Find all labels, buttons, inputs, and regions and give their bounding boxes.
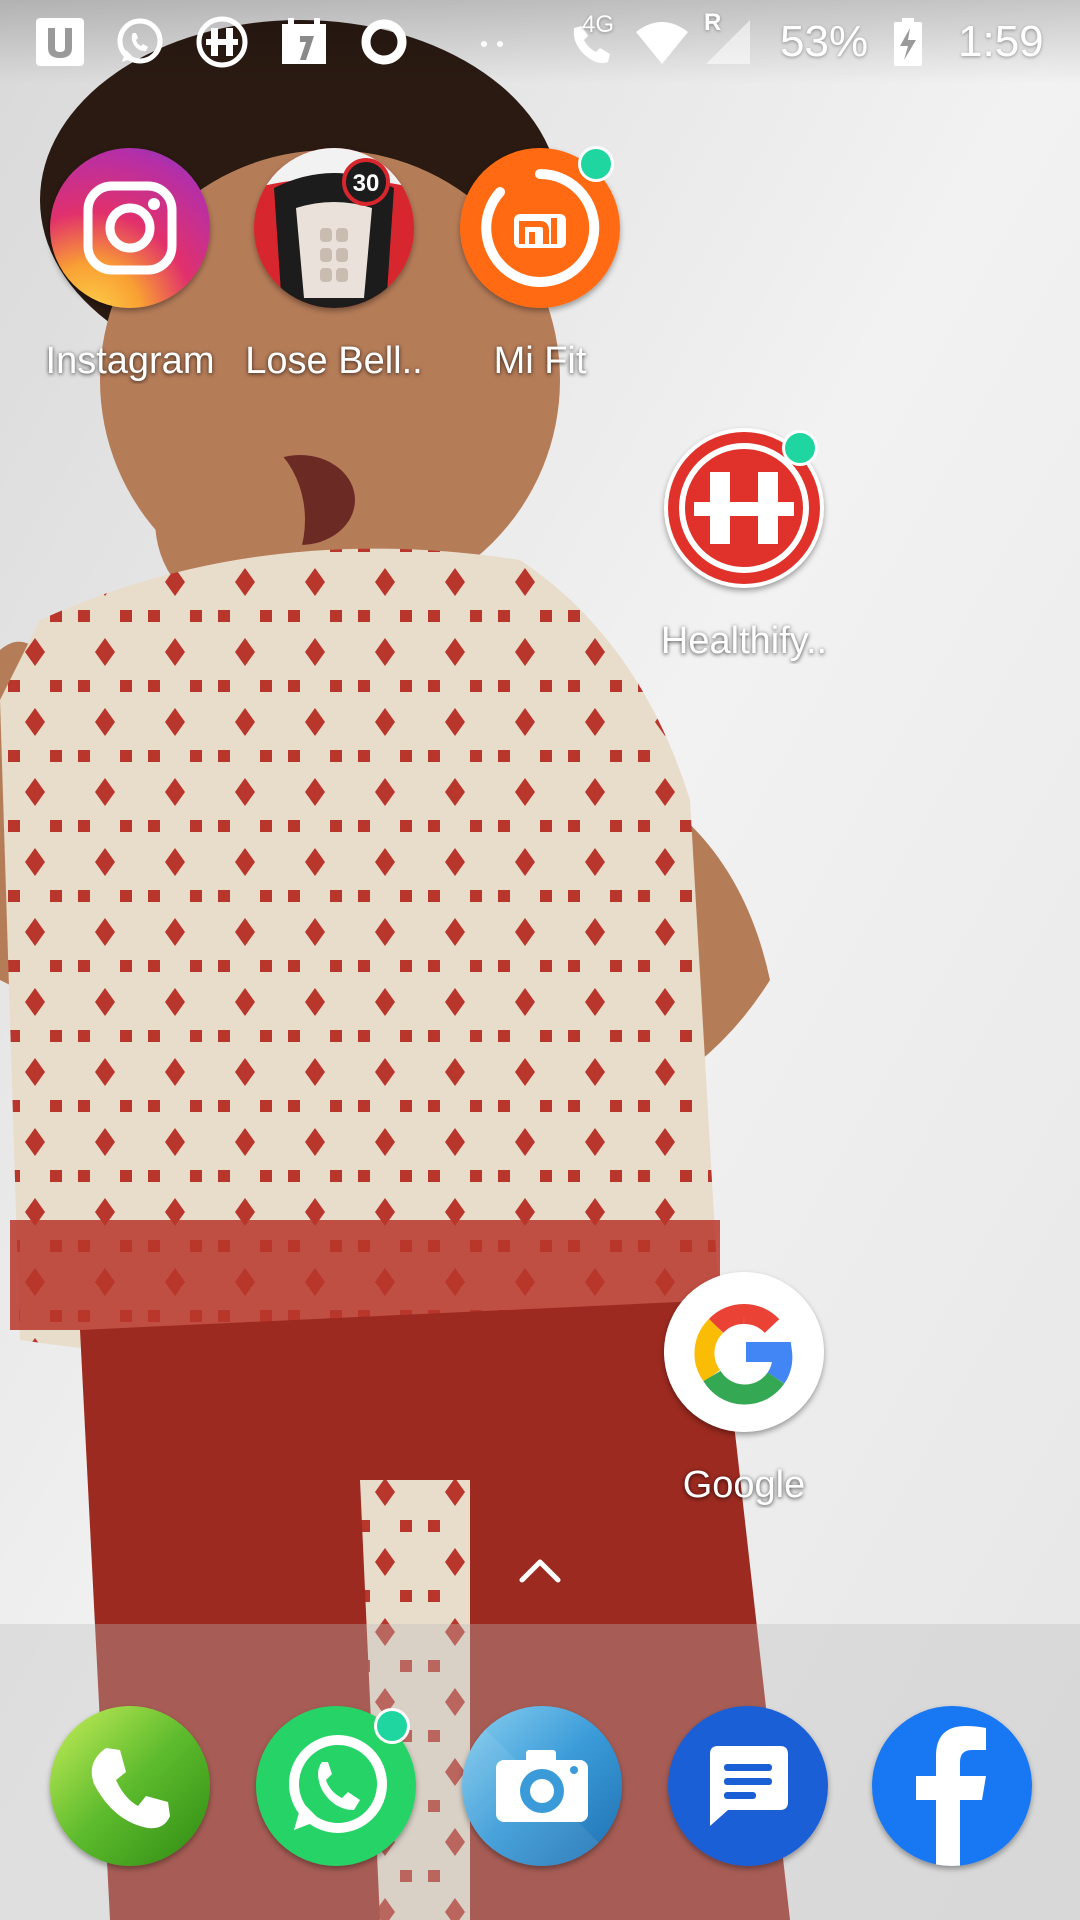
facebook-icon xyxy=(872,1706,1032,1866)
battery-percentage: 53% xyxy=(780,17,869,66)
battery-charging-icon xyxy=(894,18,922,66)
circle-icon xyxy=(361,19,407,65)
lose-belly-fat-icon: 30 xyxy=(254,148,414,308)
app-label: Instagram xyxy=(45,340,215,382)
notification-badge xyxy=(374,1708,410,1744)
lose-belly-fat-icon-text: 30 xyxy=(353,170,380,197)
whatsapp-icon xyxy=(117,18,163,64)
instagram-icon xyxy=(50,148,210,308)
app-instagram[interactable]: Instagram xyxy=(30,148,230,388)
google-icon xyxy=(664,1272,824,1432)
messages-icon xyxy=(668,1706,828,1866)
calendar-icon xyxy=(282,18,326,64)
dock-camera[interactable] xyxy=(462,1706,622,1866)
app-google[interactable]: Google xyxy=(644,1272,844,1512)
dock-facebook[interactable] xyxy=(872,1706,1032,1866)
notification-badge xyxy=(782,430,818,466)
app-label: Lose Bell.. xyxy=(245,340,423,382)
app-healthifyme[interactable]: Healthify.. xyxy=(644,428,844,668)
phone-icon xyxy=(50,1706,210,1866)
app-drawer-arrow-icon[interactable] xyxy=(516,1550,564,1590)
u-app-icon xyxy=(36,18,84,66)
roaming-label: R xyxy=(704,9,722,36)
camera-icon xyxy=(462,1706,622,1866)
app-label: Mi Fit xyxy=(493,340,587,382)
healthifyme-icon xyxy=(196,16,248,68)
network-type-label: 4G xyxy=(582,11,615,38)
app-lose-belly-fat[interactable]: 30 Lose Bell.. xyxy=(234,148,434,388)
wifi-icon xyxy=(636,22,688,64)
app-mi-fit[interactable]: Mi Fit xyxy=(440,146,640,388)
app-label: Healthify.. xyxy=(660,620,828,662)
home-screen: 4G R 53% 1:59 Instagram 30 Lose Bell.. M… xyxy=(0,0,1080,1920)
more-dots-icon xyxy=(481,41,503,47)
clock-time: 1:59 xyxy=(958,17,1044,66)
app-label: Google xyxy=(682,1464,806,1506)
notification-badge xyxy=(578,146,614,182)
dock-messages[interactable] xyxy=(668,1706,828,1866)
dock-phone[interactable] xyxy=(50,1706,210,1866)
status-bar: 4G R 53% 1:59 xyxy=(0,0,1080,84)
